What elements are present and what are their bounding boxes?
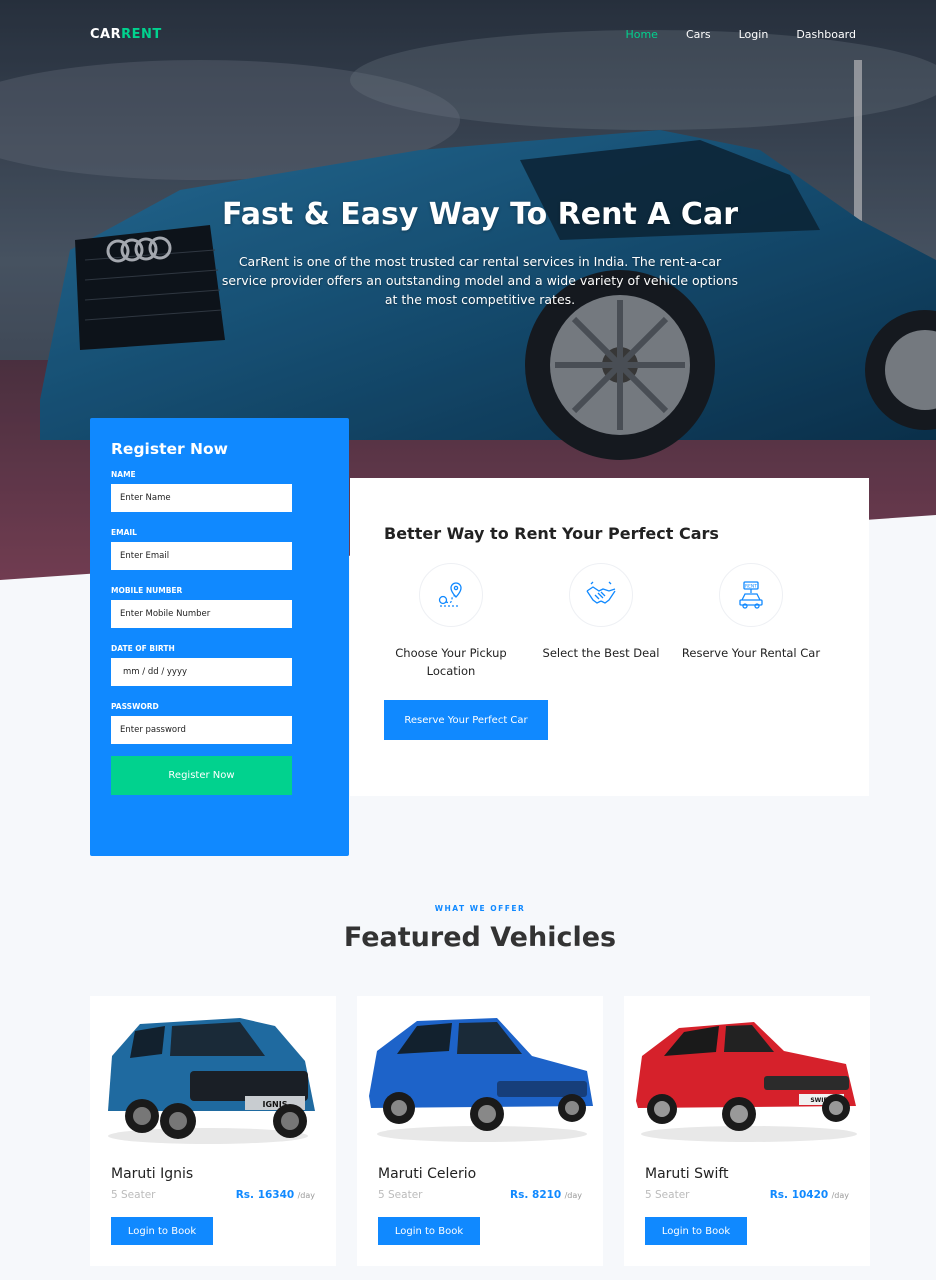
car-seats: 5 Seater: [111, 1189, 156, 1201]
email-input[interactable]: [111, 542, 292, 570]
rent-car-icon: RENT: [719, 563, 783, 627]
car-name: Maruti Swift: [645, 1166, 729, 1182]
step-reserve-label: Reserve Your Rental Car: [681, 646, 821, 660]
car-name: Maruti Ignis: [111, 1166, 194, 1182]
password-label: PASSWORD: [111, 702, 159, 711]
brand-logo[interactable]: CARRENT: [90, 27, 162, 42]
car-card-swift: SWIFT Maruti Swift 5 Seater Rs. 10420 /d…: [624, 996, 870, 1266]
better-way-title: Better Way to Rent Your Perfect Cars: [384, 524, 719, 543]
step-pickup-label: Choose Your Pickup Location: [395, 646, 507, 678]
price-amount: Rs. 8210: [510, 1189, 562, 1201]
step-pickup: Choose Your Pickup Location: [376, 563, 526, 680]
car-seats: 5 Seater: [378, 1189, 423, 1201]
car-price: Rs. 16340 /day: [236, 1189, 315, 1201]
car-card-ignis: IGNIS Maruti Ignis 5 Seater Rs. 16340 /d…: [90, 996, 336, 1266]
register-form: Register Now NAME EMAIL MOBILE NUMBER DA…: [90, 418, 349, 856]
car-image-ignis: IGNIS: [90, 996, 336, 1151]
reserve-car-button[interactable]: Reserve Your Perfect Car: [384, 700, 548, 740]
hero-title: Fast & Easy Way To Rent A Car: [221, 197, 738, 232]
car-name: Maruti Celerio: [378, 1166, 477, 1182]
car-price: Rs. 10420 /day: [770, 1189, 849, 1201]
nav-links: Home Cars Login Dashboard: [597, 28, 856, 41]
login-to-book-button[interactable]: Login to Book: [645, 1217, 747, 1245]
login-to-book-button[interactable]: Login to Book: [378, 1217, 480, 1245]
steps-row: Choose Your Pickup Location Select the B…: [376, 563, 826, 680]
step-deal-label: Select the Best Deal: [542, 646, 660, 660]
name-label: NAME: [111, 470, 136, 479]
name-input[interactable]: [111, 484, 292, 512]
price-amount: Rs. 16340: [235, 1189, 295, 1201]
svg-text:RENT: RENT: [745, 584, 757, 590]
dob-label: DATE OF BIRTH: [111, 644, 175, 653]
nav-link-dashboard[interactable]: Dashboard: [796, 28, 856, 41]
map-pin-route-icon: [419, 563, 483, 627]
dob-input[interactable]: [111, 658, 292, 686]
price-unit: /day: [831, 1191, 849, 1200]
register-button[interactable]: Register Now: [111, 756, 292, 795]
better-way-card: Better Way to Rent Your Perfect Cars Cho…: [350, 478, 869, 796]
price-unit: /day: [297, 1191, 315, 1200]
car-seats: 5 Seater: [645, 1189, 690, 1201]
logo-text: CAR: [90, 27, 122, 42]
car-image-celerio: [357, 996, 603, 1151]
hero-description: CarRent is one of the most trusted car r…: [221, 254, 739, 307]
car-price: Rs. 8210 /day: [510, 1189, 582, 1201]
email-label: EMAIL: [111, 528, 137, 537]
nav-link-cars[interactable]: Cars: [686, 28, 711, 41]
handshake-icon: [569, 563, 633, 627]
car-card-celerio: Maruti Celerio 5 Seater Rs. 8210 /day Lo…: [357, 996, 603, 1266]
nav-link-home[interactable]: Home: [625, 28, 657, 41]
price-amount: Rs. 10420: [769, 1189, 829, 1201]
nav-link-login[interactable]: Login: [739, 28, 769, 41]
car-image-swift: SWIFT: [624, 996, 870, 1151]
section-kicker: WHAT WE OFFER: [434, 904, 526, 913]
section-title: Featured Vehicles: [343, 922, 617, 953]
top-navbar: CARRENT Home Cars Login Dashboard: [0, 0, 936, 70]
register-title: Register Now: [111, 440, 228, 458]
logo-accent-text: RENT: [121, 27, 162, 42]
mobile-label: MOBILE NUMBER: [111, 586, 183, 595]
password-input[interactable]: [111, 716, 292, 744]
step-deal: Select the Best Deal: [526, 563, 676, 680]
mobile-input[interactable]: [111, 600, 292, 628]
price-unit: /day: [564, 1191, 582, 1200]
login-to-book-button[interactable]: Login to Book: [111, 1217, 213, 1245]
step-reserve: RENT Reserve Your Rental Car: [676, 563, 826, 680]
